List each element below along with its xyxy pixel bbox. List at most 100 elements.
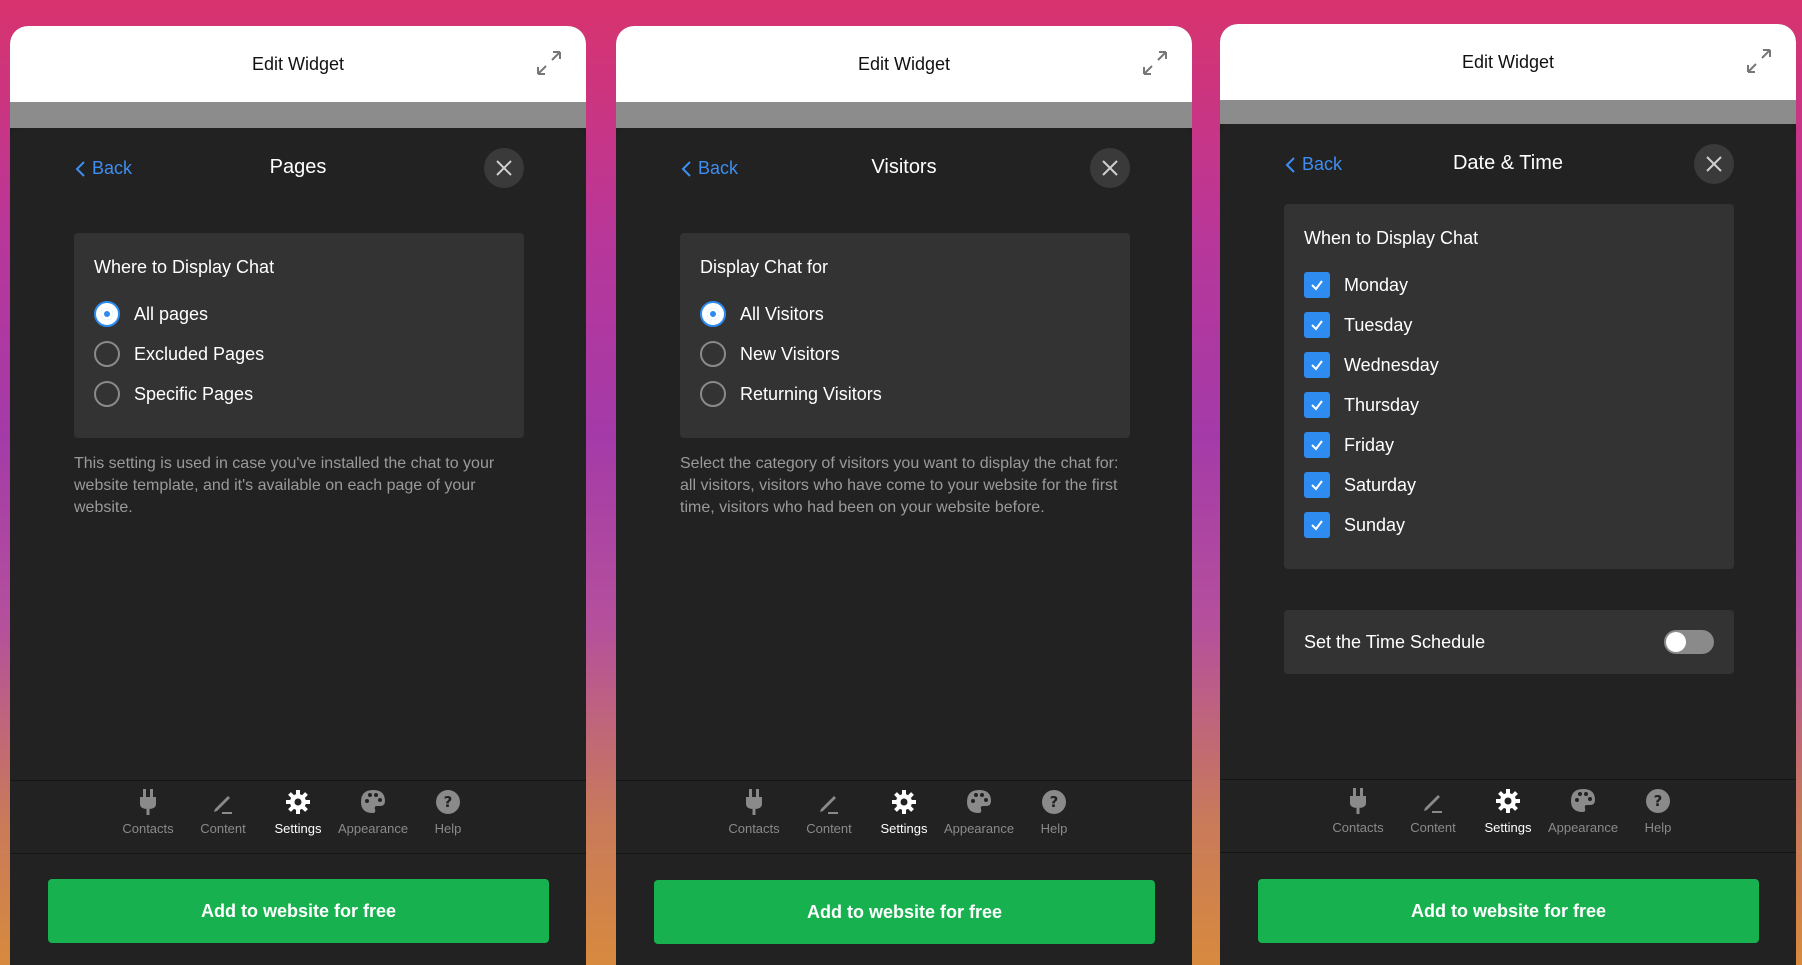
tab-appearance[interactable]: Appearance bbox=[336, 787, 411, 836]
tab-help[interactable]: ? Help bbox=[1621, 786, 1696, 835]
checkbox-checked[interactable] bbox=[1304, 432, 1330, 458]
tab-contacts[interactable]: Contacts bbox=[1321, 786, 1396, 835]
panel-date-time: Edit Widget Back Date & Time When to Dis… bbox=[1220, 24, 1796, 965]
checkbox-tuesday[interactable]: Tuesday bbox=[1304, 310, 1412, 340]
tab-label: Appearance bbox=[943, 821, 1015, 836]
card-label: Where to Display Chat bbox=[94, 257, 275, 277]
display-options-card: Display Chat for All Visitors New Visito… bbox=[680, 233, 1130, 438]
settings-sheet: Back Visitors Display Chat for All Visit… bbox=[616, 128, 1192, 965]
option-label: Sunday bbox=[1344, 514, 1406, 535]
close-button[interactable] bbox=[1694, 144, 1734, 184]
radio-option-new-visitors[interactable]: New Visitors bbox=[700, 339, 840, 369]
help-icon: ? bbox=[1042, 790, 1066, 814]
tab-label: Content bbox=[1410, 820, 1456, 835]
checkbox-thursday[interactable]: Thursday bbox=[1304, 390, 1419, 420]
card-label: Display Chat for bbox=[700, 257, 829, 277]
svg-text:?: ? bbox=[1050, 793, 1059, 811]
checkbox-friday[interactable]: Friday bbox=[1304, 430, 1394, 460]
tab-label: Help bbox=[1040, 821, 1068, 836]
panel-header-title: Edit Widget bbox=[857, 53, 951, 74]
panel-header-title: Edit Widget bbox=[251, 53, 345, 74]
option-label: Monday bbox=[1344, 274, 1409, 295]
tab-content[interactable]: Content bbox=[792, 787, 867, 836]
panel-header: Edit Widget bbox=[10, 26, 586, 102]
bottom-tabbar: Contacts Content Settings Appearance ? H… bbox=[10, 780, 586, 854]
tab-settings[interactable]: Settings bbox=[261, 787, 336, 836]
tab-label: Contacts bbox=[1332, 820, 1384, 835]
svg-text:?: ? bbox=[1654, 792, 1663, 810]
option-label: All pages bbox=[134, 303, 209, 324]
option-label: Saturday bbox=[1344, 474, 1417, 495]
days-card: When to Display Chat Monday Tuesday Wedn… bbox=[1284, 204, 1734, 569]
display-options-card: Where to Display Chat All pages Excluded… bbox=[74, 233, 524, 438]
radio-unselected[interactable] bbox=[94, 381, 120, 407]
tab-help[interactable]: ? Help bbox=[411, 787, 486, 836]
tab-content[interactable]: Content bbox=[1396, 786, 1471, 835]
expand-icon[interactable] bbox=[534, 48, 564, 78]
radio-unselected[interactable] bbox=[700, 381, 726, 407]
radio-unselected[interactable] bbox=[94, 341, 120, 367]
radio-option-excluded-pages[interactable]: Excluded Pages bbox=[94, 339, 264, 369]
overlay-band bbox=[616, 102, 1192, 128]
close-button[interactable] bbox=[1090, 148, 1130, 188]
option-label: Returning Visitors bbox=[740, 383, 882, 404]
radio-option-returning-visitors[interactable]: Returning Visitors bbox=[700, 379, 882, 409]
tab-label: Settings bbox=[1484, 820, 1532, 835]
sheet-nav: Back Visitors bbox=[616, 148, 1192, 192]
tab-list: Contacts Content Settings Appearance ? H… bbox=[10, 787, 586, 836]
palette-icon bbox=[967, 790, 991, 813]
checkbox-checked[interactable] bbox=[1304, 392, 1330, 418]
tab-settings[interactable]: Settings bbox=[1471, 786, 1546, 835]
check-icon bbox=[1311, 280, 1323, 291]
tab-appearance[interactable]: Appearance bbox=[1546, 786, 1621, 835]
radio-option-all-visitors[interactable]: All Visitors bbox=[700, 299, 824, 329]
tab-settings[interactable]: Settings bbox=[867, 787, 942, 836]
overlay-band bbox=[1220, 100, 1796, 124]
panel-header: Edit Widget bbox=[616, 26, 1192, 102]
option-label: Thursday bbox=[1344, 394, 1420, 415]
radio-option-all-pages[interactable]: All pages bbox=[94, 299, 208, 329]
gear-icon bbox=[892, 790, 916, 814]
tab-list: Contacts Content Settings Appearance ? H… bbox=[1220, 786, 1796, 835]
checkbox-checked[interactable] bbox=[1304, 472, 1330, 498]
overlay-band bbox=[10, 102, 586, 128]
sheet-nav: Back Pages bbox=[10, 148, 586, 192]
time-schedule-row: Set the Time Schedule bbox=[1284, 610, 1734, 674]
svg-text:?: ? bbox=[444, 793, 453, 811]
checkbox-checked[interactable] bbox=[1304, 312, 1330, 338]
tab-contacts[interactable]: Contacts bbox=[717, 787, 792, 836]
add-to-website-button[interactable]: Add to website for free bbox=[1258, 879, 1759, 943]
checkbox-checked[interactable] bbox=[1304, 272, 1330, 298]
expand-icon[interactable] bbox=[1140, 48, 1170, 78]
checkbox-checked[interactable] bbox=[1304, 352, 1330, 378]
checkbox-sunday[interactable]: Sunday bbox=[1304, 510, 1405, 540]
radio-unselected[interactable] bbox=[700, 341, 726, 367]
checkbox-checked[interactable] bbox=[1304, 512, 1330, 538]
panel-visitors: Edit Widget Back Visitors Display Chat f… bbox=[616, 26, 1192, 965]
gear-icon bbox=[1496, 789, 1520, 813]
add-to-website-button[interactable]: Add to website for free bbox=[48, 879, 549, 943]
checkbox-wednesday[interactable]: Wednesday bbox=[1304, 350, 1439, 380]
palette-icon bbox=[361, 790, 385, 813]
radio-selected[interactable] bbox=[700, 301, 726, 327]
checkbox-saturday[interactable]: Saturday bbox=[1304, 470, 1416, 500]
add-to-website-button[interactable]: Add to website for free bbox=[654, 880, 1155, 944]
tab-contacts[interactable]: Contacts bbox=[111, 787, 186, 836]
bottom-tabbar: Contacts Content Settings Appearance ? H… bbox=[1220, 779, 1796, 853]
help-text: Select the category of visitors you want… bbox=[680, 455, 1119, 516]
close-button[interactable] bbox=[484, 148, 524, 188]
tab-appearance[interactable]: Appearance bbox=[942, 787, 1017, 836]
checkbox-monday[interactable]: Monday bbox=[1304, 270, 1408, 300]
radio-option-specific-pages[interactable]: Specific Pages bbox=[94, 379, 253, 409]
expand-icon[interactable] bbox=[1744, 46, 1774, 76]
tab-content[interactable]: Content bbox=[186, 787, 261, 836]
check-icon bbox=[1311, 320, 1323, 331]
tab-label: Help bbox=[434, 821, 462, 836]
tab-label: Appearance bbox=[1547, 820, 1619, 835]
tab-help[interactable]: ? Help bbox=[1017, 787, 1092, 836]
tab-list: Contacts Content Settings Appearance ? H… bbox=[616, 787, 1192, 836]
time-schedule-toggle[interactable] bbox=[1664, 630, 1714, 654]
radio-selected[interactable] bbox=[94, 301, 120, 327]
help-text: This setting is used in case you've inst… bbox=[74, 455, 495, 516]
toggle-knob bbox=[1666, 632, 1686, 652]
